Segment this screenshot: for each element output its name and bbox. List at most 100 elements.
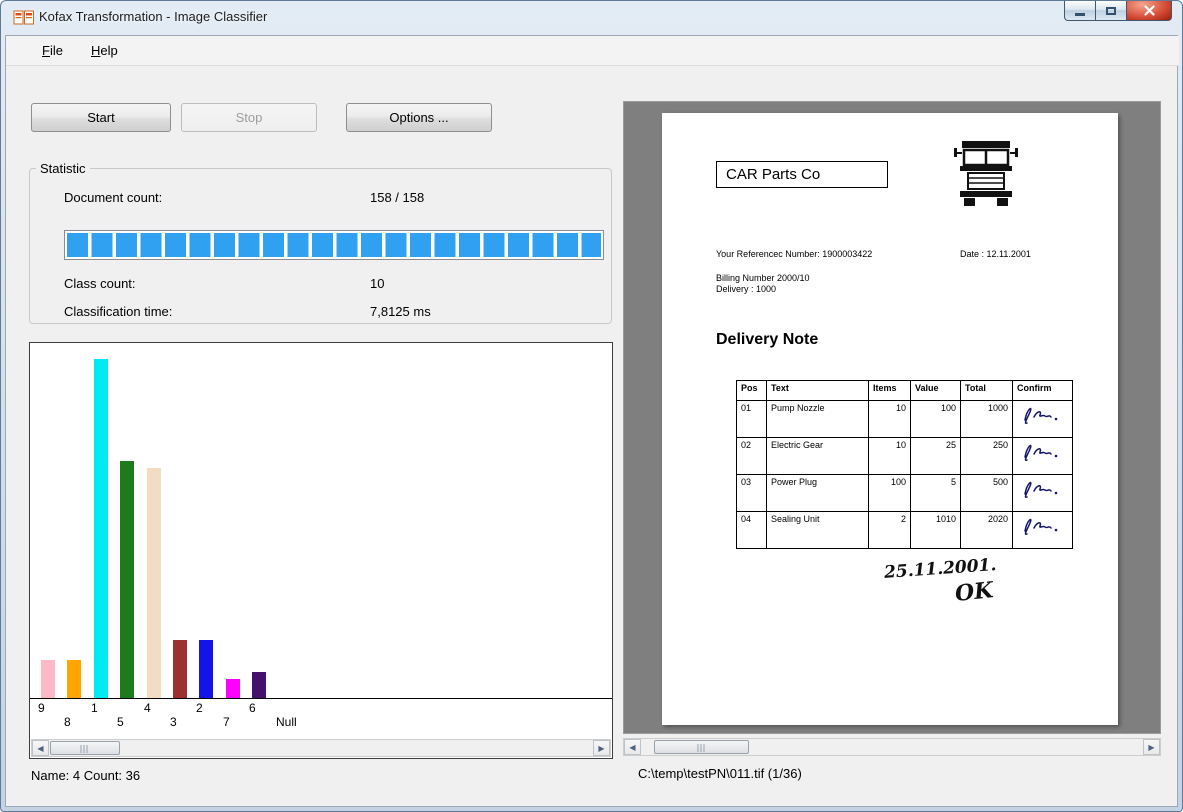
close-icon [1144, 5, 1155, 16]
bar-label-7: 7 [223, 715, 230, 729]
bar-class-6[interactable] [252, 672, 266, 698]
table-cell: 1000 [961, 401, 1013, 438]
table-header-value: Value [911, 381, 961, 401]
table-row: 04Sealing Unit210102020 [737, 512, 1073, 549]
table-cell: Electric Gear [767, 438, 869, 475]
viewer-hscrollbar[interactable]: ◀ ▶ [623, 738, 1161, 756]
table-cell: 01 [737, 401, 767, 438]
table-cell: Pump Nozzle [767, 401, 869, 438]
bar-label-8: 8 [64, 715, 71, 729]
table-cell: 10 [869, 401, 911, 438]
close-button[interactable] [1126, 1, 1172, 21]
table-row: 02Electric Gear1025250 [737, 438, 1073, 475]
handwritten-ok: OK [954, 577, 995, 607]
viewer-scroll-left-icon[interactable]: ◀ [624, 739, 641, 755]
viewer-scroll-right-icon[interactable]: ▶ [1143, 739, 1160, 755]
bar-class-8[interactable] [67, 660, 81, 698]
chart-scroll-left-icon[interactable]: ◀ [32, 740, 49, 756]
table-cell: Power Plug [767, 475, 869, 512]
truck-icon [954, 139, 1018, 214]
signature-icon [1017, 403, 1061, 429]
chart-selection-status: Name: 4 Count: 36 [31, 768, 140, 783]
signature-cell [1013, 512, 1073, 549]
bar-class-2[interactable] [199, 640, 213, 698]
start-button[interactable]: Start [31, 103, 171, 132]
table-cell: 100 [911, 401, 961, 438]
document-viewer[interactable]: CAR Parts Co [623, 101, 1161, 734]
document-count-label: Document count: [64, 190, 162, 205]
delivery-table-head: PosTextItemsValueTotalConfirm [737, 381, 1073, 401]
table-header-items: Items [869, 381, 911, 401]
bar-label-1: 1 [91, 701, 98, 715]
table-cell: 1010 [911, 512, 961, 549]
minimize-icon [1075, 13, 1085, 16]
bar-class-1[interactable] [94, 359, 108, 698]
document-page: CAR Parts Co [662, 113, 1118, 725]
table-header-text: Text [767, 381, 869, 401]
bar-class-7[interactable] [226, 679, 240, 698]
progress-bar-fill [67, 233, 601, 257]
bar-class-9[interactable] [41, 660, 55, 698]
table-cell: 2020 [961, 512, 1013, 549]
table-row: 03Power Plug1005500 [737, 475, 1073, 512]
table-header-confirm: Confirm [1013, 381, 1073, 401]
table-cell: 100 [869, 475, 911, 512]
table-cell: Sealing Unit [767, 512, 869, 549]
viewer-scroll-thumb[interactable] [654, 740, 749, 754]
table-cell: 25 [911, 438, 961, 475]
bar-chart-labels: 981543276Null [30, 701, 612, 731]
bar-class-3[interactable] [173, 640, 187, 698]
titlebar: Kofax Transformation - Image Classifier [1, 1, 1182, 35]
statistic-groupbox: Statistic Document count: 158 / 158 Clas… [29, 161, 612, 324]
bar-label-3: 3 [170, 715, 177, 729]
minimize-button[interactable] [1064, 1, 1096, 21]
table-header-pos: Pos [737, 381, 767, 401]
menu-help[interactable]: Help [81, 39, 128, 62]
bar-chart-plot [30, 343, 612, 699]
signature-cell [1013, 475, 1073, 512]
bar-class-5[interactable] [120, 461, 134, 698]
stop-button[interactable]: Stop [181, 103, 317, 132]
chart-hscrollbar[interactable]: ◀ ▶ [31, 739, 611, 757]
progress-bar [64, 230, 604, 260]
class-count-value: 10 [370, 276, 384, 291]
date-line: Date : 12.11.2001 [960, 249, 1031, 259]
bar-class-4[interactable] [147, 468, 161, 698]
signature-icon [1017, 477, 1061, 503]
chart-scroll-thumb[interactable] [50, 741, 120, 755]
table-cell: 02 [737, 438, 767, 475]
maximize-button[interactable] [1096, 1, 1126, 21]
app-window: Kofax Transformation - Image Classifier … [0, 0, 1183, 812]
table-cell: 500 [961, 475, 1013, 512]
options-button[interactable]: Options ... [346, 103, 492, 132]
menu-file[interactable]: File [32, 39, 73, 62]
company-name-box: CAR Parts Co [716, 161, 888, 188]
window-title: Kofax Transformation - Image Classifier [39, 9, 267, 24]
delivery-table-body: 01Pump Nozzle10100100002Electric Gear102… [737, 401, 1073, 549]
maximize-icon [1106, 7, 1116, 15]
table-header-total: Total [961, 381, 1013, 401]
signature-cell [1013, 438, 1073, 475]
signature-icon [1017, 514, 1061, 540]
billing-number-line: Billing Number 2000/10 [716, 273, 810, 283]
window-controls [1064, 1, 1172, 21]
chart-scroll-right-icon[interactable]: ▶ [593, 740, 610, 756]
table-cell: 5 [911, 475, 961, 512]
app-icon [13, 9, 35, 31]
bar-label-Null: Null [276, 715, 297, 729]
classification-time-label: Classification time: [64, 304, 172, 319]
signature-cell [1013, 401, 1073, 438]
bar-label-2: 2 [196, 701, 203, 715]
menubar: File Help [6, 36, 1179, 66]
table-row: 01Pump Nozzle101001000 [737, 401, 1073, 438]
document-title: Delivery Note [716, 331, 818, 349]
table-cell: 2 [869, 512, 911, 549]
bar-label-5: 5 [117, 715, 124, 729]
table-cell: 250 [961, 438, 1013, 475]
bar-label-9: 9 [38, 701, 45, 715]
reference-number-line: Your Referencec Number: 1900003422 [716, 249, 872, 259]
delivery-line: Delivery : 1000 [716, 284, 776, 294]
table-cell: 03 [737, 475, 767, 512]
table-cell: 10 [869, 438, 911, 475]
class-histogram-panel: 981543276Null ◀ ▶ [29, 342, 613, 759]
